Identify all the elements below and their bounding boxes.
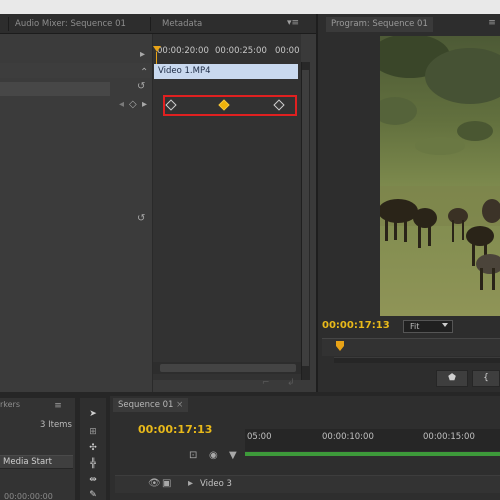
- tab-program-monitor[interactable]: Program: Sequence 01: [326, 17, 433, 32]
- program-timecode[interactable]: 00:00:17:13: [322, 320, 390, 331]
- add-marker-icon[interactable]: ▼: [229, 450, 237, 461]
- sequence-tab-label: Sequence 01: [118, 400, 174, 410]
- program-monitor-ruler[interactable]: [322, 338, 500, 356]
- film-icon[interactable]: ▣: [162, 478, 171, 489]
- collapse-icon[interactable]: ⌃: [140, 67, 148, 78]
- panel-menu-icon[interactable]: ≡: [486, 17, 498, 29]
- razor-tool-icon[interactable]: ✎: [84, 489, 102, 500]
- effect-property-row[interactable]: [0, 82, 110, 96]
- add-marker-button[interactable]: ⬟: [436, 370, 468, 387]
- project-panel: [0, 398, 75, 500]
- column-header-media-start[interactable]: Media Start: [0, 455, 73, 469]
- horizontal-scroll-thumb[interactable]: [160, 364, 296, 372]
- selection-tool-icon[interactable]: ➤: [84, 408, 102, 420]
- close-icon[interactable]: ×: [176, 400, 183, 410]
- sequence-timecode[interactable]: 00:00:17:13: [138, 423, 212, 436]
- tab-metadata[interactable]: Metadata: [162, 14, 202, 34]
- tab-separator: [150, 17, 151, 31]
- keyframe-nav-right-icon[interactable]: ▸: [142, 99, 147, 110]
- reset-icon[interactable]: ↺: [137, 213, 145, 224]
- media-start-value: 00:00:00:00: [4, 492, 53, 500]
- tab-separator: [8, 17, 9, 31]
- vertical-scroll-thumb[interactable]: [302, 70, 309, 366]
- program-video-frame: [380, 36, 500, 316]
- eye-icon[interactable]: 👁: [148, 478, 161, 489]
- clip-bar[interactable]: Video 1.MP4: [154, 64, 298, 79]
- render-status-bar: [245, 452, 500, 456]
- reset-icon[interactable]: ↺: [137, 81, 145, 92]
- playhead-icon[interactable]: [153, 46, 161, 52]
- mark-in-button[interactable]: {: [472, 370, 500, 387]
- track-name: Video 3: [200, 479, 232, 489]
- tab-audio-mixer[interactable]: Audio Mixer: Sequence 01: [15, 14, 126, 34]
- effect-timeline-ruler[interactable]: 00:00:20:00 00:00:25:00 00:00: [153, 44, 301, 62]
- panel-menu-icon[interactable]: ≡: [52, 400, 64, 412]
- tab-markers[interactable]: rkers: [0, 400, 20, 409]
- playhead-icon[interactable]: [336, 341, 344, 351]
- linked-selection-icon[interactable]: ◉: [209, 450, 218, 461]
- ruler-label: 00:00:25:00: [215, 46, 267, 56]
- snap-icon[interactable]: ⊡: [189, 450, 197, 461]
- sequence-ruler[interactable]: 05:00 00:00:10:00 00:00:15:00: [245, 429, 500, 451]
- marker-icon[interactable]: ⌐: [262, 378, 270, 388]
- effect-header-row: [0, 63, 152, 78]
- expand-triangle-icon[interactable]: ▸: [188, 478, 193, 489]
- rolling-edit-tool-icon[interactable]: ╬: [84, 458, 102, 470]
- tab-sequence[interactable]: Sequence 01 ×: [113, 398, 189, 412]
- scroll-right-arrow-icon[interactable]: ▸: [140, 49, 145, 60]
- keyframe-nav-left-icon[interactable]: ◂: [119, 99, 124, 110]
- ruler-label: 00:00:20:00: [157, 46, 209, 56]
- window-top-strip: [0, 0, 500, 14]
- step-back-icon[interactable]: ↲: [287, 378, 295, 388]
- ruler-label: 00:00:15:00: [423, 432, 475, 442]
- panel-menu-icon[interactable]: ▾≡: [287, 17, 299, 29]
- effect-timeline[interactable]: [153, 34, 301, 380]
- project-items-count: 3 Items: [40, 420, 72, 430]
- ruler-label: 05:00: [247, 432, 272, 442]
- chevron-down-icon[interactable]: [442, 323, 448, 327]
- track-row-video-3[interactable]: [115, 475, 500, 493]
- ruler-label: 00:00:10:00: [322, 432, 374, 442]
- add-keyframe-icon[interactable]: ◇: [129, 99, 137, 110]
- program-monitor-scrollbar[interactable]: [334, 357, 500, 363]
- ripple-edit-tool-icon[interactable]: ✣: [84, 442, 102, 454]
- ruler-label: 00:00: [275, 46, 300, 56]
- track-select-tool-icon[interactable]: ⊞: [84, 426, 102, 438]
- rate-stretch-tool-icon[interactable]: ⇹: [84, 474, 102, 486]
